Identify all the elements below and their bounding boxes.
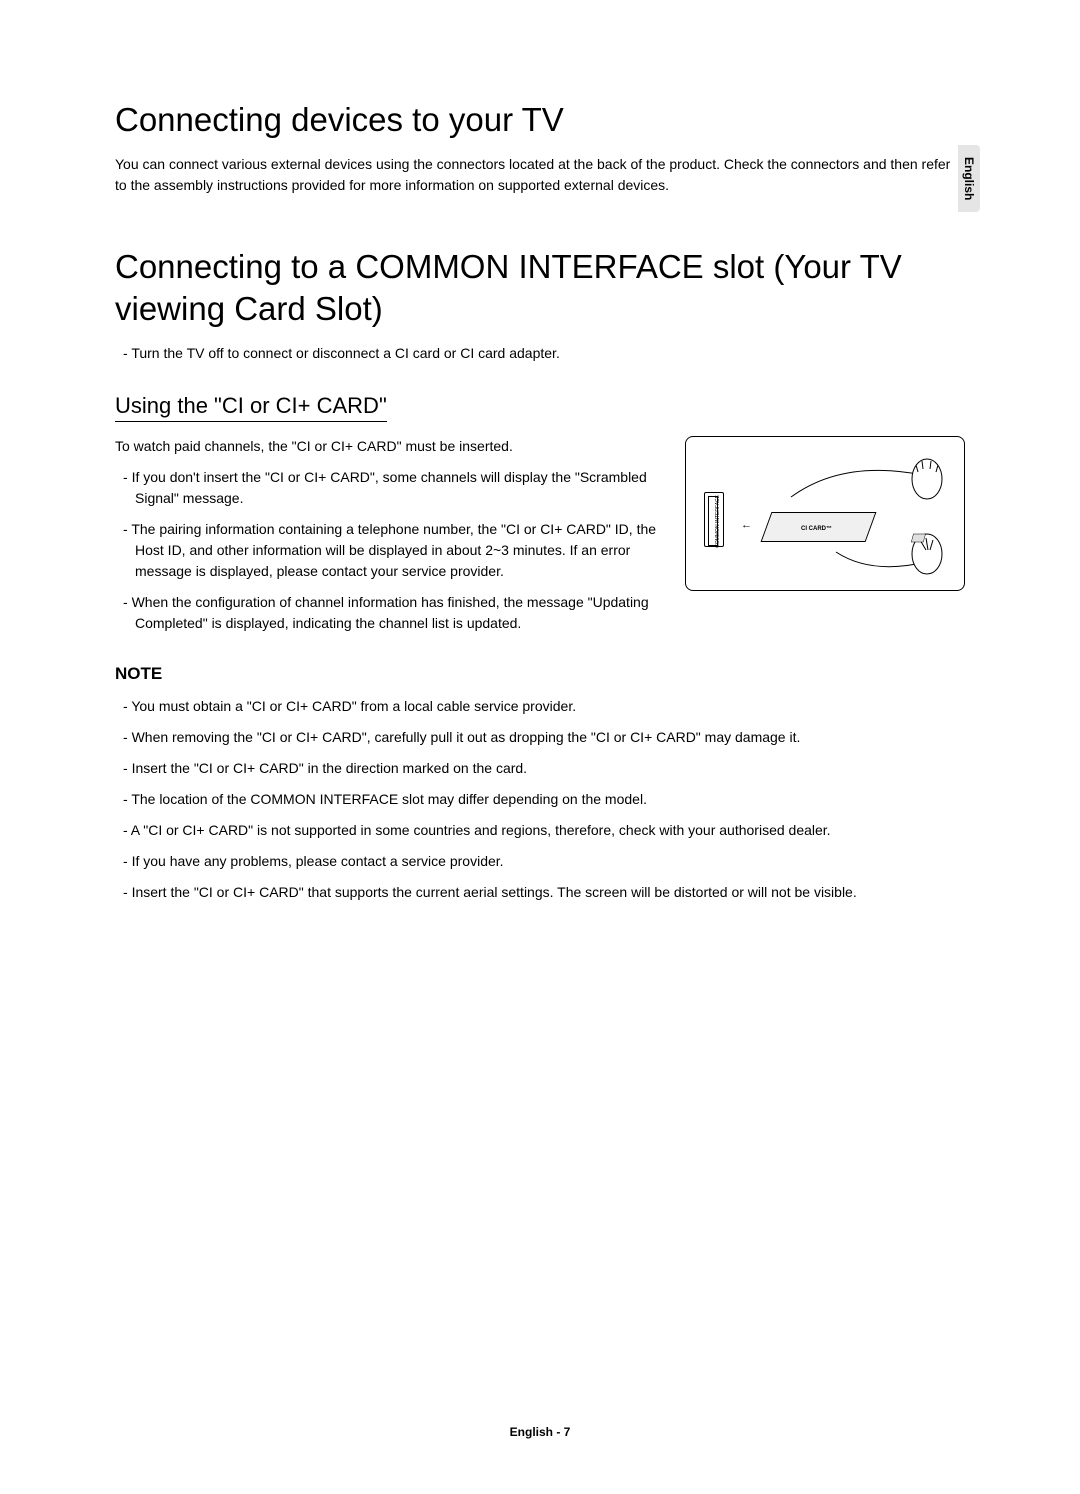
- slot-label: COMMON INTERFACE: [715, 495, 721, 548]
- list-item: You must obtain a "CI or CI+ CARD" from …: [135, 696, 965, 717]
- page-content: Connecting devices to your TV You can co…: [0, 0, 1080, 953]
- list-item: The pairing information containing a tel…: [135, 519, 660, 582]
- section3-bullets: If you don't insert the "CI or CI+ CARD"…: [115, 467, 660, 634]
- list-item: A "CI or CI+ CARD" is not supported in s…: [135, 820, 965, 841]
- list-item: Insert the "CI or CI+ CARD" in the direc…: [135, 758, 965, 779]
- list-item: When the configuration of channel inform…: [135, 592, 660, 634]
- arrow-left-icon: ←: [741, 519, 752, 531]
- list-item: Insert the "CI or CI+ CARD" that support…: [135, 882, 965, 903]
- page-footer: English - 7: [0, 1425, 1080, 1439]
- ci-slot-icon: [704, 492, 724, 547]
- hand-top-icon: [908, 457, 946, 502]
- list-item: When removing the "CI or CI+ CARD", care…: [135, 727, 965, 748]
- note-bullets: You must obtain a "CI or CI+ CARD" from …: [115, 696, 965, 903]
- section1-title: Connecting devices to your TV: [115, 100, 965, 140]
- section3-intro: To watch paid channels, the "CI or CI+ C…: [115, 436, 660, 457]
- list-item: If you don't insert the "CI or CI+ CARD"…: [135, 467, 660, 509]
- section3-title: Using the "CI or CI+ CARD": [115, 393, 387, 422]
- note-title: NOTE: [115, 664, 965, 684]
- list-item: If you have any problems, please contact…: [135, 851, 965, 872]
- list-item: The location of the COMMON INTERFACE slo…: [135, 789, 965, 810]
- card-label: CI CARD™: [801, 526, 832, 532]
- section2-title: Connecting to a COMMON INTERFACE slot (Y…: [115, 246, 965, 332]
- section2-subpoint: Turn the TV off to connect or disconnect…: [135, 345, 965, 361]
- ci-card-diagram: COMMON INTERFACE CI CARD™ ←: [685, 436, 965, 591]
- section1-intro: You can connect various external devices…: [115, 154, 965, 196]
- hand-bottom-icon: [908, 532, 946, 577]
